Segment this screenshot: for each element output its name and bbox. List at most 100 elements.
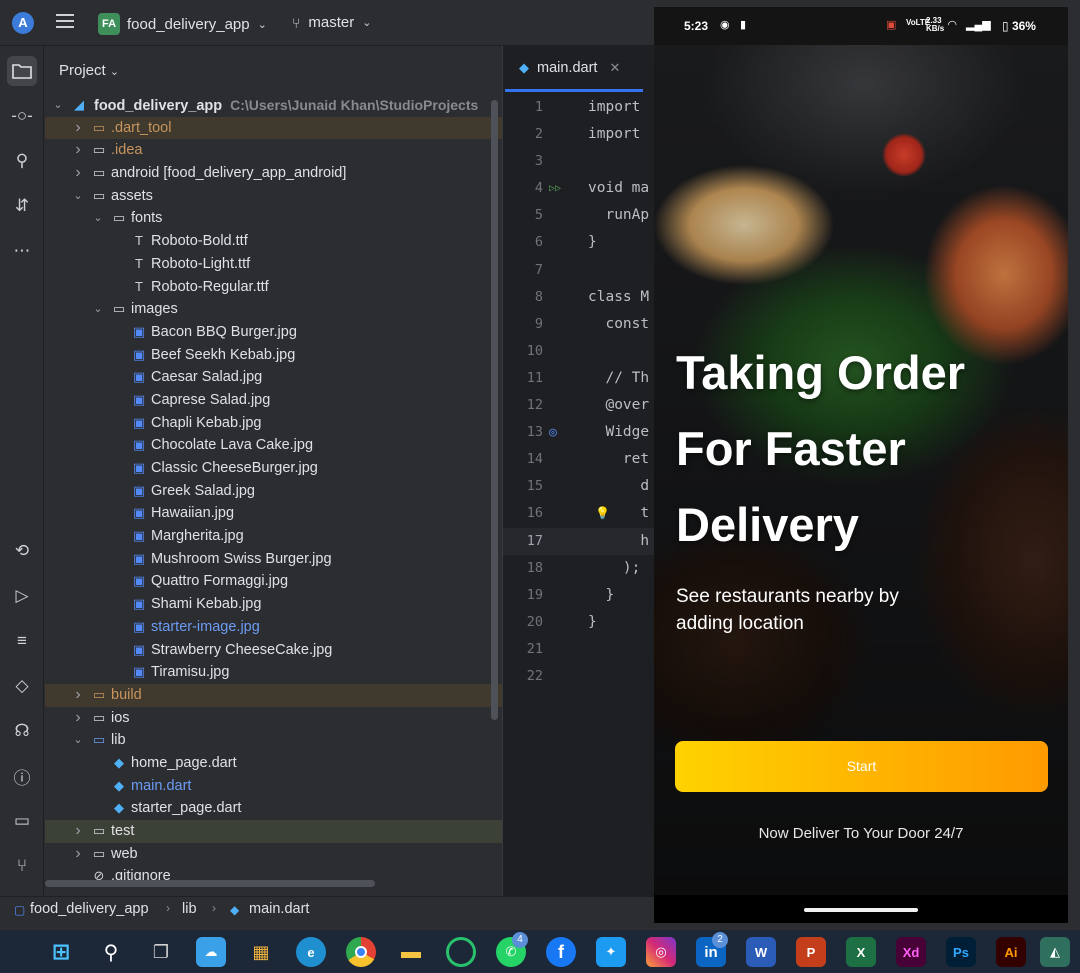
code-line[interactable]: 9 const <box>503 311 654 338</box>
chevron-right-icon[interactable]: › <box>71 162 85 185</box>
code-line[interactable]: 8 class M <box>503 284 654 311</box>
edge-icon[interactable]: e <box>296 937 326 967</box>
code-line[interactable]: 3 <box>503 148 654 175</box>
tree-item[interactable]: ▣ Hawaiian.jpg <box>45 502 502 525</box>
windows-start-icon[interactable]: ⊞ <box>46 937 76 967</box>
file-explorer-icon[interactable]: ▬ <box>396 937 426 967</box>
tree-item[interactable]: ▣ Chapli Kebab.jpg <box>45 412 502 435</box>
chevron-down-icon[interactable]: ⌄ <box>71 185 85 208</box>
tree-item[interactable]: › ▭ ios <box>45 707 502 730</box>
tree-item[interactable]: ▣ Strawberry CheeseCake.jpg <box>45 639 502 662</box>
facebook-icon[interactable]: f <box>546 937 576 967</box>
code-line[interactable]: 22 <box>503 663 654 690</box>
code-line[interactable]: 12 @over <box>503 392 654 419</box>
code-line[interactable]: 15 d <box>503 473 654 500</box>
code-line[interactable]: 1 import <box>503 94 654 121</box>
chevron-down-icon[interactable]: ⌄ <box>91 298 105 321</box>
code-line[interactable]: 14 ret <box>503 446 654 473</box>
commit-icon[interactable]: -○- <box>7 101 37 131</box>
main-menu-icon[interactable] <box>56 14 74 30</box>
problems-icon[interactable]: ⓘ <box>7 761 37 791</box>
code-line[interactable]: 18 ); <box>503 555 654 582</box>
chevron-right-icon[interactable]: › <box>71 820 85 843</box>
task-view-icon[interactable]: ❐ <box>146 937 176 967</box>
code-line[interactable]: 16 t 💡 <box>503 500 654 527</box>
tree-item[interactable]: ▣ starter-image.jpg <box>45 616 502 639</box>
word-icon[interactable]: W <box>746 937 776 967</box>
code-line[interactable]: 6} <box>503 229 654 256</box>
adobe-xd-icon[interactable]: Xd <box>896 937 926 967</box>
tree-item[interactable]: ◆ main.dart <box>45 775 502 798</box>
tree-item[interactable]: ▣ Caprese Salad.jpg <box>45 389 502 412</box>
tree-item[interactable]: › ▭ test <box>45 820 502 843</box>
chrome-icon[interactable] <box>346 937 376 967</box>
chevron-right-icon[interactable]: › <box>71 707 85 730</box>
device-manager-icon[interactable]: ☊ <box>7 716 37 746</box>
gradle-icon[interactable]: ⟲ <box>7 536 37 566</box>
code-line[interactable]: 7 <box>503 257 654 284</box>
lightbulb-icon[interactable]: 💡 <box>595 500 610 527</box>
tree-item[interactable]: › ▭ build <box>45 683 502 707</box>
start-button[interactable]: Start <box>675 741 1048 792</box>
search-icon[interactable]: ⚲ <box>96 937 126 967</box>
project-scrollbar-vertical[interactable] <box>491 100 498 720</box>
code-lines[interactable]: 1 import 2 import 3 4 void ma ▷▷ 5 runAp 6} 7 8 clas… <box>503 94 654 690</box>
weather-icon[interactable]: ☁ <box>196 937 226 967</box>
tree-item[interactable]: ▣ Caesar Salad.jpg <box>45 366 502 389</box>
tree-item[interactable]: ◆ home_page.dart <box>45 752 502 775</box>
code-line[interactable]: 17 h <box>503 527 654 555</box>
tree-item[interactable]: ▣ Bacon BBQ Burger.jpg <box>45 321 502 344</box>
tree-item[interactable]: ⌄ ▭ fonts <box>45 207 502 230</box>
twitter-icon[interactable]: ✦ <box>596 937 626 967</box>
branch-selector[interactable]: ⑂ master ⌄ <box>292 14 371 31</box>
code-line[interactable]: 4 void ma ▷▷ <box>503 175 654 202</box>
code-line[interactable]: 19 } <box>503 582 654 609</box>
tree-item[interactable]: ▣ Quattro Formaggi.jpg <box>45 570 502 593</box>
project-folder-icon[interactable] <box>7 56 37 86</box>
terminal-icon[interactable]: ▭ <box>7 806 37 836</box>
chevron-down-icon[interactable]: ⌄ <box>91 207 105 230</box>
project-selector[interactable]: FA food_delivery_app ⌄ <box>98 12 267 36</box>
tree-item[interactable]: T Roboto-Bold.ttf <box>45 230 502 253</box>
code-line[interactable]: 21 <box>503 636 654 663</box>
tree-item[interactable]: ⌄ ▭ lib <box>45 729 502 752</box>
chevron-down-icon[interactable]: ⌄ <box>51 94 65 117</box>
powerpoint-icon[interactable]: P <box>796 937 826 967</box>
override-gutter-icon[interactable]: ◎ <box>549 419 557 446</box>
tree-item[interactable]: ▣ Greek Salad.jpg <box>45 480 502 503</box>
project-scrollbar-horizontal[interactable] <box>45 880 375 887</box>
tree-item[interactable]: › ▭ .dart_tool <box>45 116 502 140</box>
code-line[interactable]: 10 <box>503 338 654 365</box>
logcat-icon[interactable]: ≡ <box>7 626 37 656</box>
structure-icon[interactable]: ⚲ <box>7 146 37 176</box>
store-icon[interactable]: ▦ <box>246 937 276 967</box>
tree-root[interactable]: ⌄ ◢ food_delivery_app C:\Users\Junaid Kha… <box>45 94 502 117</box>
tree-item[interactable]: ▣ Shami Kebab.jpg <box>45 593 502 616</box>
project-view-selector[interactable]: Project ⌄ <box>59 62 119 79</box>
tree-item[interactable]: T Roboto-Regular.ttf <box>45 276 502 299</box>
code-line[interactable]: 11 // Th <box>503 365 654 392</box>
code-line[interactable]: 13 Widge ◎ <box>503 419 654 446</box>
tree-item[interactable]: ▣ Chocolate Lava Cake.jpg <box>45 434 502 457</box>
tree-item[interactable]: ▣ Mushroom Swiss Burger.jpg <box>45 548 502 571</box>
tree-item[interactable]: ◆ starter_page.dart <box>45 797 502 820</box>
excel-icon[interactable]: X <box>846 937 876 967</box>
home-handle[interactable] <box>804 908 918 912</box>
tree-item[interactable]: ▣ Beef Seekh Kebab.jpg <box>45 344 502 367</box>
breadcrumb-file[interactable]: main.dart <box>249 901 309 917</box>
tree-item[interactable]: › ▭ web <box>45 843 502 866</box>
tree-item[interactable]: ▣ Tiramisu.jpg <box>45 661 502 684</box>
tree-item[interactable]: ⌄ ▭ images <box>45 298 502 321</box>
android-studio-icon[interactable]: ◭ <box>1040 937 1070 967</box>
breadcrumb-project[interactable]: food_delivery_app <box>30 901 149 917</box>
version-control-icon[interactable]: ⑂ <box>7 851 37 881</box>
code-line[interactable]: 20} <box>503 609 654 636</box>
instagram-icon[interactable]: ◎ <box>646 937 676 967</box>
close-icon[interactable]: ✕ <box>609 60 620 76</box>
more-tools-icon[interactable]: ⋯ <box>7 236 37 266</box>
android-studio-logo-icon[interactable]: A <box>12 12 34 34</box>
tab-main-dart[interactable]: ◆ main.dart ✕ <box>505 46 643 92</box>
pull-requests-icon[interactable]: ⇵ <box>7 191 37 221</box>
tree-item[interactable]: ▣ Margherita.jpg <box>45 525 502 548</box>
run-icon[interactable]: ▷ <box>7 581 37 611</box>
